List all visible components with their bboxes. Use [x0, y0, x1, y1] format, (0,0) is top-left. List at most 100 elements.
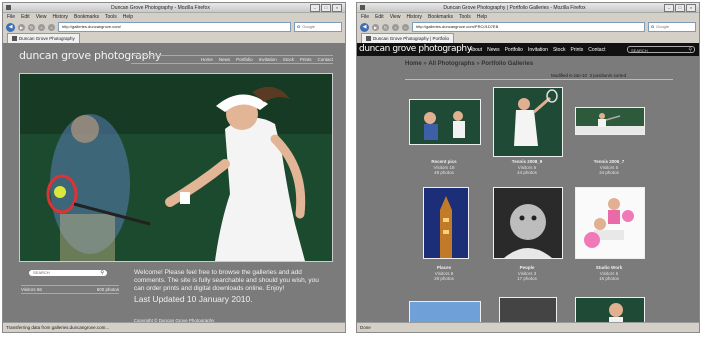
gallery-thumb-tennis-2006-7[interactable] [575, 107, 645, 135]
nav-stock[interactable]: Stock [283, 57, 294, 62]
status-bar: Transferring data from galleries.duncang… [3, 322, 345, 332]
status-bar: Done [357, 322, 699, 332]
nav-about[interactable]: About [469, 47, 482, 53]
tab-portfolio[interactable]: Duncan Grove Photography | Portfolio [361, 33, 454, 43]
gallery-thumb-places[interactable] [423, 187, 469, 259]
site-nav: Home News Portfolio Invitation Stock Pri… [201, 57, 333, 62]
sort-info[interactable]: 3 position/s sorted [590, 73, 627, 78]
search-placeholder: SEARCH [33, 270, 50, 275]
page-content: duncan grove photography Home News Portf… [3, 43, 345, 323]
breadcrumb: Home » All Photographs » Portfolio Galle… [405, 61, 534, 67]
nav-home[interactable]: Home [201, 57, 213, 62]
menu-help[interactable]: Help [123, 14, 133, 20]
gallery-caption-studio-work: Studio Work Visitors 5 16 photos [564, 265, 654, 282]
address-bar[interactable]: http://galleries.duncangrove.com/ [58, 22, 291, 32]
menu-view[interactable]: View [36, 14, 47, 20]
back-icon[interactable]: ◀ [6, 22, 15, 32]
maximize-button[interactable]: □ [675, 3, 685, 12]
menu-view[interactable]: View [390, 14, 401, 20]
visitors-count: Visitors 66 [21, 287, 42, 292]
site-search-input[interactable]: SEARCH ⚲ [29, 270, 107, 276]
site-header: duncan grove photography About News Port… [357, 43, 699, 56]
address-bar[interactable]: http://galleries.duncangrove.com/PROJ1D7… [412, 22, 645, 32]
back-icon[interactable]: ◀ [360, 22, 369, 32]
menu-file[interactable]: File [361, 14, 369, 20]
nav-prints[interactable]: Prints [300, 57, 312, 62]
studio-work-image [576, 188, 644, 258]
nav-news[interactable]: News [219, 57, 230, 62]
welcome-text: Welcome! Please feel free to browse the … [134, 269, 319, 292]
menu-help[interactable]: Help [477, 14, 487, 20]
tab-duncan-grove[interactable]: Duncan Grove Photography [7, 33, 80, 43]
close-button[interactable]: × [686, 3, 696, 12]
gallery-thumb-people[interactable] [493, 187, 563, 259]
menu-edit[interactable]: Edit [21, 14, 30, 20]
nav-invitation[interactable]: Invitation [528, 47, 548, 53]
minimize-button[interactable]: – [310, 3, 320, 12]
gallery-photos: 16 photos [599, 276, 619, 281]
menu-edit[interactable]: Edit [375, 14, 384, 20]
minimize-button[interactable]: – [664, 3, 674, 12]
nav-contact[interactable]: Contact [317, 57, 333, 62]
site-title[interactable]: duncan grove photography [359, 44, 472, 54]
nav-divider-top [131, 55, 333, 56]
home-icon[interactable]: ⌂ [402, 23, 409, 31]
left-browser-window: Duncan Grove Photography - Mozilla Firef… [2, 2, 346, 333]
gallery-caption-places: Places Visitors 8 28 photos [399, 265, 489, 282]
breadcrumb-home[interactable]: Home [405, 61, 422, 67]
gallery-thumb-row3-2[interactable] [499, 297, 557, 323]
google-icon: G [651, 24, 655, 29]
forward-icon[interactable]: ▶ [18, 23, 25, 31]
maximize-button[interactable]: □ [321, 3, 331, 12]
nav-portfolio[interactable]: Portfolio [236, 57, 253, 62]
gallery-caption-people: People Visitors 3 17 photos [482, 265, 572, 282]
menu-history[interactable]: History [406, 14, 422, 20]
nav-news[interactable]: News [487, 47, 500, 53]
nav-prints[interactable]: Prints [570, 47, 583, 53]
search-icon[interactable]: ⚲ [688, 47, 692, 54]
gallery-photos: 34 photos [599, 170, 619, 175]
reload-icon[interactable]: ↻ [28, 23, 35, 31]
gallery-thumb-studio-work[interactable] [575, 187, 645, 259]
stop-icon[interactable]: × [38, 23, 45, 31]
menu-bookmarks[interactable]: Bookmarks [74, 14, 99, 20]
gallery-photos: 48 photos [434, 170, 454, 175]
menu-file[interactable]: File [7, 14, 15, 20]
menu-bookmarks[interactable]: Bookmarks [428, 14, 453, 20]
nav-portfolio[interactable]: Portfolio [505, 47, 523, 53]
home-icon[interactable]: ⌂ [48, 23, 55, 31]
navigation-toolbar: ◀ ▶ ↻ × ⌂ http://galleries.duncangrove.c… [357, 21, 699, 33]
tennis-2008-image [494, 88, 562, 156]
nav-contact[interactable]: Contact [588, 47, 605, 53]
modified-date: Modified 6-Jan-10 [551, 73, 588, 78]
gallery-meta: Modified 6-Jan-10 3 position/s sorted [551, 73, 626, 78]
menu-tools[interactable]: Tools [105, 14, 117, 20]
gallery-thumb-row3-1[interactable] [409, 301, 481, 323]
search-box[interactable]: G Google [294, 22, 342, 32]
gallery-caption-tennis-2008-9: Tennis 2008_9 Visitors 6 44 photos [482, 159, 572, 176]
gallery-thumb-row3-3[interactable] [575, 297, 645, 323]
search-icon[interactable]: ⚲ [100, 270, 104, 276]
nav-invitation[interactable]: Invitation [259, 57, 277, 62]
stop-icon[interactable]: × [392, 23, 399, 31]
page-favicon [366, 36, 371, 41]
menu-tools[interactable]: Tools [459, 14, 471, 20]
search-placeholder: SEARCH [631, 48, 648, 53]
gallery-thumb-recent-pics[interactable] [409, 99, 481, 145]
nav-stock[interactable]: Stock [553, 47, 566, 53]
featured-tennis-photo [19, 73, 333, 262]
search-box[interactable]: G Google [648, 22, 696, 32]
forward-icon[interactable]: ▶ [372, 23, 379, 31]
menu-bar: File Edit View History Bookmarks Tools H… [3, 13, 345, 21]
places-image [424, 188, 468, 258]
gallery-thumb-tennis-2008-9[interactable] [493, 87, 563, 157]
menu-history[interactable]: History [52, 14, 68, 20]
site-search-input[interactable]: SEARCH ⚲ [627, 46, 695, 53]
photos-count: 600 photos [96, 287, 119, 292]
reload-icon[interactable]: ↻ [382, 23, 389, 31]
search-engine-label: Google [656, 24, 670, 29]
nav-divider-bottom [131, 63, 333, 64]
close-button[interactable]: × [332, 3, 342, 12]
title-bar: Duncan Grove Photography | Portfolio Gal… [357, 3, 699, 13]
breadcrumb-all-photographs[interactable]: All Photographs [428, 61, 474, 67]
